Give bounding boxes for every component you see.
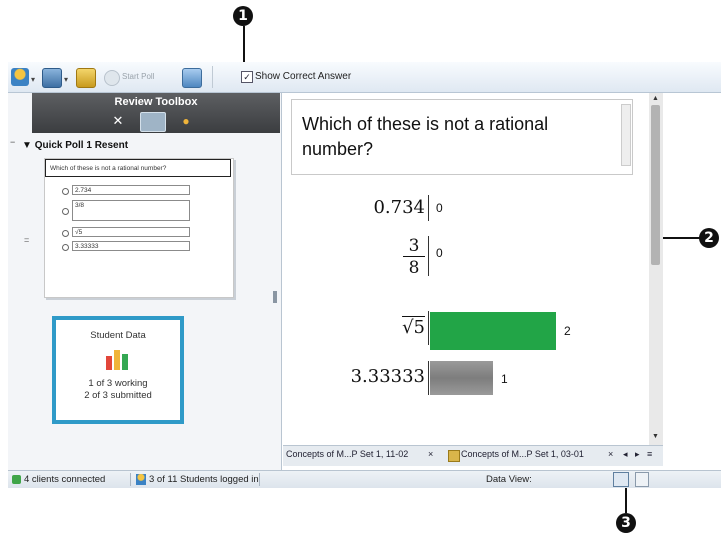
category-label: 3 8 <box>403 236 425 279</box>
tools-icon[interactable]: ✕ <box>106 112 130 130</box>
chart-area: 0.734 0 3 8 0 √5 2 3.33333 1 <box>285 181 647 443</box>
axis-tick <box>428 311 429 345</box>
student-data-title: Student Data <box>90 330 146 341</box>
lock-icon[interactable] <box>76 68 96 88</box>
callout-3-line <box>625 488 627 513</box>
document-tabs: Concepts of M...P Set 1, 11-02 × Concept… <box>283 445 663 466</box>
students-icon[interactable]: ● <box>174 112 198 130</box>
save-icon[interactable] <box>182 68 202 88</box>
bar-count: 2 <box>564 324 571 338</box>
axis-tick <box>428 195 429 221</box>
category-label: √5 <box>402 316 425 338</box>
side-arrow-icon[interactable]: = <box>24 235 29 245</box>
student-data-card[interactable]: Student Data 1 of 3 working 2 of 3 submi… <box>52 316 184 424</box>
option-radio <box>62 244 69 251</box>
axis-tick <box>428 236 429 276</box>
students-submitted: 2 of 3 submitted <box>84 390 152 401</box>
tab-close-icon[interactable]: × <box>428 449 433 459</box>
tab-document-1[interactable]: Concepts of M...P Set 1, 11-02 <box>286 449 408 459</box>
main-toolbar: ▾ ▾ Start Poll ✓ Show Correct Answer <box>8 62 721 93</box>
callout-1: 1 <box>233 6 253 26</box>
option-text: 3.33333 <box>72 241 190 251</box>
data-view-label: Data View: <box>486 474 532 485</box>
status-bar: 4 clients connected 3 of 11 Students log… <box>8 470 721 488</box>
students-working: 1 of 3 working <box>88 378 148 389</box>
clients-connected: 4 clients connected <box>24 474 106 485</box>
category-label: 3.33333 <box>350 366 425 387</box>
document-icon <box>448 450 460 462</box>
card-option: 3/8 <box>62 200 212 222</box>
response-panel: Which of these is not a rational number?… <box>283 93 663 445</box>
screen-capture-icon[interactable] <box>42 68 62 88</box>
card-option: 3.33333 <box>62 241 212 252</box>
start-poll-icon[interactable] <box>104 70 120 86</box>
class-dropdown-icon[interactable]: ▾ <box>31 75 35 84</box>
card-option: √5 <box>62 227 212 238</box>
bar-count: 1 <box>501 372 508 386</box>
tab-document-2[interactable]: Concepts of M...P Set 1, 03-01 <box>461 449 584 459</box>
students-icon <box>136 474 146 485</box>
status-separator <box>259 473 260 486</box>
scroll-up-icon[interactable]: ▲ <box>652 95 659 102</box>
tab-next-icon[interactable]: ▸ <box>635 449 640 460</box>
option-text: √5 <box>72 227 190 237</box>
vertical-scrollbar[interactable]: ▲ ▼ <box>649 93 663 445</box>
bar <box>430 312 556 350</box>
callout-2: 2 <box>699 228 719 248</box>
option-radio <box>62 230 69 237</box>
tab-prev-icon[interactable]: ◂ <box>623 449 628 460</box>
question-scrollbar[interactable] <box>621 104 631 166</box>
tab-close-icon[interactable]: × <box>608 449 613 459</box>
bar-view-icon[interactable] <box>613 472 629 487</box>
review-toolbox-title: Review Toolbox <box>114 96 198 108</box>
collapse-toggle-icon[interactable]: − <box>10 137 15 147</box>
bar-count: 0 <box>436 201 443 215</box>
scroll-down-icon[interactable]: ▼ <box>652 433 659 440</box>
table-view-icon[interactable] <box>635 472 649 487</box>
pages-icon[interactable] <box>140 112 166 132</box>
card-option: 2.734 <box>62 185 212 196</box>
network-icon <box>12 475 21 484</box>
category-label: 0.734 <box>373 197 425 218</box>
option-text: 2.734 <box>72 185 190 195</box>
status-separator <box>130 473 131 486</box>
option-text: 3/8 <box>72 200 190 221</box>
bar-count: 0 <box>436 246 443 260</box>
bar <box>430 361 493 395</box>
left-panel: Review Toolbox ✕ ● − ▼ Quick Poll 1 Rese… <box>8 93 282 471</box>
callout-3: 3 <box>616 513 636 533</box>
start-poll-label[interactable]: Start Poll <box>122 72 154 81</box>
students-logged-in: 3 of 11 Students logged in <box>149 474 259 485</box>
tab-list-icon[interactable]: ≡ <box>647 449 652 459</box>
expand-arrow-icon[interactable]: ▼ <box>22 140 32 151</box>
screen-capture-dropdown-icon[interactable]: ▾ <box>64 75 68 84</box>
card-question: Which of these is not a rational number? <box>45 159 231 177</box>
class-icon[interactable] <box>11 68 29 86</box>
scroll-thumb[interactable] <box>651 105 660 265</box>
review-toolbox-header: Review Toolbox ✕ ● <box>32 93 280 133</box>
question-box: Which of these is not a rational number? <box>291 99 633 175</box>
axis-tick <box>428 361 429 395</box>
toolbar-separator <box>212 66 213 88</box>
main-question: Which of these is not a rational number? <box>302 114 549 159</box>
bar-chart-icon <box>106 350 128 370</box>
panel-splitter[interactable] <box>273 291 277 303</box>
show-correct-answer-checkbox[interactable]: ✓ <box>241 71 253 83</box>
option-radio <box>62 208 69 215</box>
question-card[interactable]: Which of these is not a rational number?… <box>44 158 234 298</box>
poll-title-label[interactable]: Quick Poll 1 Resent <box>35 140 128 151</box>
show-correct-answer-label[interactable]: Show Correct Answer <box>255 71 351 82</box>
poll-title[interactable]: ▼ Quick Poll 1 Resent <box>22 140 128 151</box>
option-radio <box>62 188 69 195</box>
